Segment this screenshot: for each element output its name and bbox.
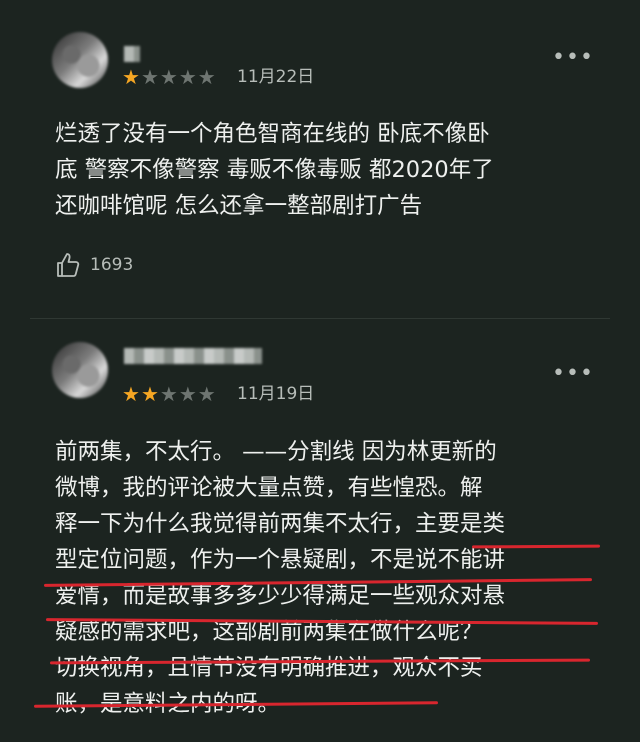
more-options-icon[interactable]: •••	[552, 363, 594, 385]
star-icon: ★	[122, 65, 141, 89]
star-icon: ★	[197, 65, 217, 89]
review-text-line: 微博，我的评论被大量点赞，有些惶恐。解	[55, 475, 483, 501]
review-text-line: 底 警察不像警察 毒贩不像毒贩 都2020年了	[55, 157, 494, 183]
review-card-1: ★★★★★ 11月22日 ••• 烂透了没有一个角色智商在线的 卧底不像卧 底 …	[0, 0, 640, 320]
review-text-line: 前两集，不太行。 ——分割线 因为林更新的	[55, 439, 497, 465]
like-count: 1693	[90, 255, 134, 275]
star-icon: ★	[140, 65, 160, 89]
like-button[interactable]: 1693	[56, 252, 133, 278]
review-date: 11月22日	[237, 67, 315, 87]
star-icon: ★	[140, 382, 160, 406]
star-icon: ★	[159, 65, 179, 89]
star-icon: ★	[122, 382, 141, 406]
review-text-line: 爱情，而是故事多多少少得满足一些观众对悬	[55, 583, 506, 609]
review-text-line: 型定位问题，作为一个悬疑剧，不是说不能讲	[55, 547, 506, 573]
review-text-line: 释一下为什么我觉得前两集不太行，主要是类	[55, 511, 506, 537]
star-icon: ★	[197, 382, 217, 406]
username-blurred[interactable]	[124, 46, 140, 62]
star-rating: ★★★★★	[122, 384, 217, 404]
avatar[interactable]	[52, 342, 108, 398]
more-options-icon[interactable]: •••	[552, 47, 594, 69]
star-icon: ★	[178, 382, 198, 406]
avatar[interactable]	[52, 32, 108, 88]
review-text-line: 烂透了没有一个角色智商在线的 卧底不像卧	[55, 121, 490, 147]
username-blurred[interactable]	[124, 348, 262, 364]
star-icon: ★	[159, 382, 179, 406]
divider	[30, 318, 610, 319]
review-date: 11月19日	[237, 384, 315, 404]
thumbs-up-icon	[57, 253, 80, 277]
star-icon: ★	[178, 65, 198, 89]
review-text-line: 还咖啡馆呢 怎么还拿一整部剧打广告	[55, 193, 423, 219]
star-rating: ★★★★★	[122, 67, 217, 87]
review-text: 烂透了没有一个角色智商在线的 卧底不像卧 底 警察不像警察 毒贩不像毒贩 都20…	[55, 116, 590, 224]
